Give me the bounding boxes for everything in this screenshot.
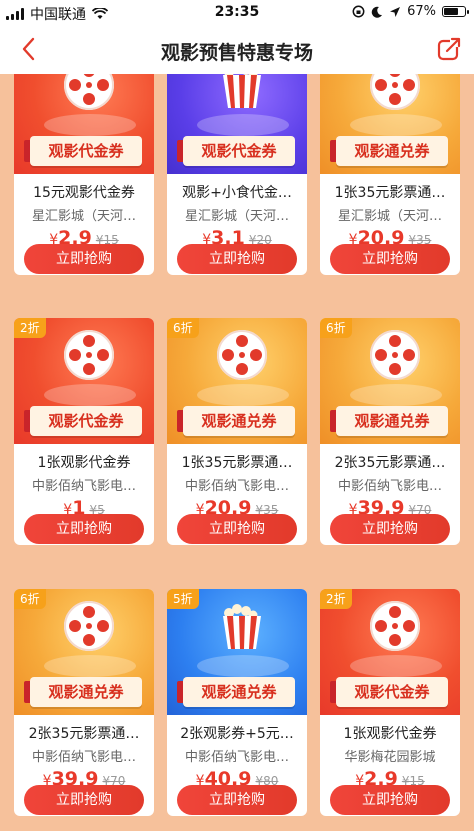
discount-badge: 6折 (167, 318, 199, 338)
product-title: 2张35元影票通… (28, 726, 140, 742)
card-banner: 6折 观影通兑券 (320, 318, 460, 444)
card-banner: 观影代金券 (14, 74, 154, 174)
share-icon[interactable] (436, 36, 462, 62)
rotation-lock-icon (352, 5, 365, 18)
product-card[interactable]: 6折 观影通兑券 2张35元影票通… 中影佰纳飞影电… ¥39.9 ¥70 立即抢… (320, 318, 460, 545)
buy-now-button[interactable]: 立即抢购 (177, 785, 297, 815)
product-card[interactable]: 观影通兑券 1张35元影票通… 星汇影城（天河… ¥20.9 ¥35 立即抢购 (320, 74, 460, 275)
popcorn-cup-icon (223, 604, 261, 649)
discount-badge: 5折 (167, 589, 199, 609)
film-reel-icon (64, 601, 114, 651)
cinema-name: 星汇影城（天河… (337, 209, 442, 224)
buy-now-button[interactable]: 立即抢购 (330, 244, 450, 274)
cinema-name: 中影佰纳飞影电… (184, 479, 289, 494)
cinema-name: 中影佰纳飞影电… (337, 479, 442, 494)
coupon-label: 观影通兑券 (177, 677, 295, 707)
stage-platform (197, 114, 289, 136)
product-card[interactable]: 观影代金券 15元观影代金券 星汇影城（天河… ¥2.9 ¥15 立即抢购 (14, 74, 154, 275)
buy-now-button[interactable]: 立即抢购 (177, 244, 297, 274)
stage-platform (350, 114, 442, 136)
card-banner: 6折 观影通兑券 (167, 318, 307, 444)
product-title: 1张观影代金券 (343, 726, 437, 742)
card-banner: 2折 观影代金券 (320, 589, 460, 715)
status-bar: 中国联通 23:35 67% (0, 0, 474, 26)
product-card[interactable]: 观影代金券 观影+小食代金… 星汇影城（天河… ¥3.1 ¥20 立即抢购 (167, 74, 307, 275)
product-card[interactable]: 6折 观影通兑券 1张35元影票通… 中影佰纳飞影电… ¥20.9 ¥35 立即抢… (167, 318, 307, 545)
buy-now-button[interactable]: 立即抢购 (24, 244, 144, 274)
cinema-name: 华影梅花园影城 (344, 750, 436, 765)
buy-now-button[interactable]: 立即抢购 (24, 514, 144, 544)
coupon-label: 观影通兑券 (330, 406, 448, 436)
status-right: 67% (352, 4, 469, 19)
film-reel-icon (64, 330, 114, 380)
card-banner: 2折 观影代金券 (14, 318, 154, 444)
buy-now-button[interactable]: 立即抢购 (24, 785, 144, 815)
buy-now-button[interactable]: 立即抢购 (330, 514, 450, 544)
product-title: 1张35元影票通… (334, 185, 446, 201)
film-reel-icon (370, 330, 420, 380)
film-reel-icon (64, 74, 114, 110)
discount-badge: 6折 (14, 589, 46, 609)
film-reel-icon (217, 330, 267, 380)
product-title: 2张35元影票通… (334, 455, 446, 471)
coupon-label: 观影代金券 (330, 677, 448, 707)
coupon-label: 观影代金券 (24, 136, 142, 166)
popcorn-cup-icon (223, 74, 261, 108)
cinema-name: 星汇影城（天河… (31, 209, 136, 224)
product-card[interactable]: 6折 观影通兑券 2张35元影票通… 中影佰纳飞影电… ¥39.9 ¥70 立即抢… (14, 589, 154, 816)
product-card[interactable]: 2折 观影代金券 1张观影代金券 中影佰纳飞影电… ¥1 ¥5 立即抢购 (14, 318, 154, 545)
stage-platform (350, 655, 442, 677)
stage-platform (197, 655, 289, 677)
film-reel-icon (370, 601, 420, 651)
film-reel-icon (370, 74, 420, 110)
cinema-name: 中影佰纳飞影电… (31, 750, 136, 765)
nav-bar: 观影预售特惠专场 (0, 26, 474, 74)
coupon-label: 观影通兑券 (24, 677, 142, 707)
coupon-label: 观影代金券 (24, 406, 142, 436)
product-title: 2张观影券+5元… (180, 726, 294, 742)
product-title: 1张观影代金券 (37, 455, 131, 471)
coupon-label: 观影通兑券 (177, 406, 295, 436)
product-card[interactable]: 5折 观影通兑券 2张观影券+5元… 中影佰纳飞影电… ¥40.9 ¥80 立即抢… (167, 589, 307, 816)
product-title: 15元观影代金券 (33, 185, 135, 201)
product-title: 观影+小食代金… (182, 185, 292, 201)
buy-now-button[interactable]: 立即抢购 (330, 785, 450, 815)
stage-platform (44, 114, 136, 136)
discount-badge: 2折 (14, 318, 46, 338)
product-grid: 观影代金券 15元观影代金券 星汇影城（天河… ¥2.9 ¥15 立即抢购 观影… (0, 74, 474, 831)
cinema-name: 中影佰纳飞影电… (184, 750, 289, 765)
coupon-label: 观影通兑券 (330, 136, 448, 166)
cinema-name: 中影佰纳飞影电… (31, 479, 136, 494)
moon-icon (371, 6, 383, 18)
page-title: 观影预售特惠专场 (160, 42, 313, 64)
card-banner: 观影通兑券 (320, 74, 460, 174)
buy-now-button[interactable]: 立即抢购 (177, 514, 297, 544)
location-icon (390, 6, 401, 17)
battery-icon (442, 6, 469, 17)
product-title: 1张35元影票通… (181, 455, 293, 471)
stage-platform (44, 655, 136, 677)
discount-badge: 6折 (320, 318, 352, 338)
discount-badge: 2折 (320, 589, 352, 609)
battery-percent: 67% (407, 4, 436, 19)
coupon-label: 观影代金券 (177, 136, 295, 166)
card-banner: 观影代金券 (167, 74, 307, 174)
cinema-name: 星汇影城（天河… (184, 209, 289, 224)
stage-platform (197, 384, 289, 406)
product-card[interactable]: 2折 观影代金券 1张观影代金券 华影梅花园影城 ¥2.9 ¥15 立即抢购 (320, 589, 460, 816)
card-banner: 6折 观影通兑券 (14, 589, 154, 715)
stage-platform (350, 384, 442, 406)
card-banner: 5折 观影通兑券 (167, 589, 307, 715)
stage-platform (44, 384, 136, 406)
